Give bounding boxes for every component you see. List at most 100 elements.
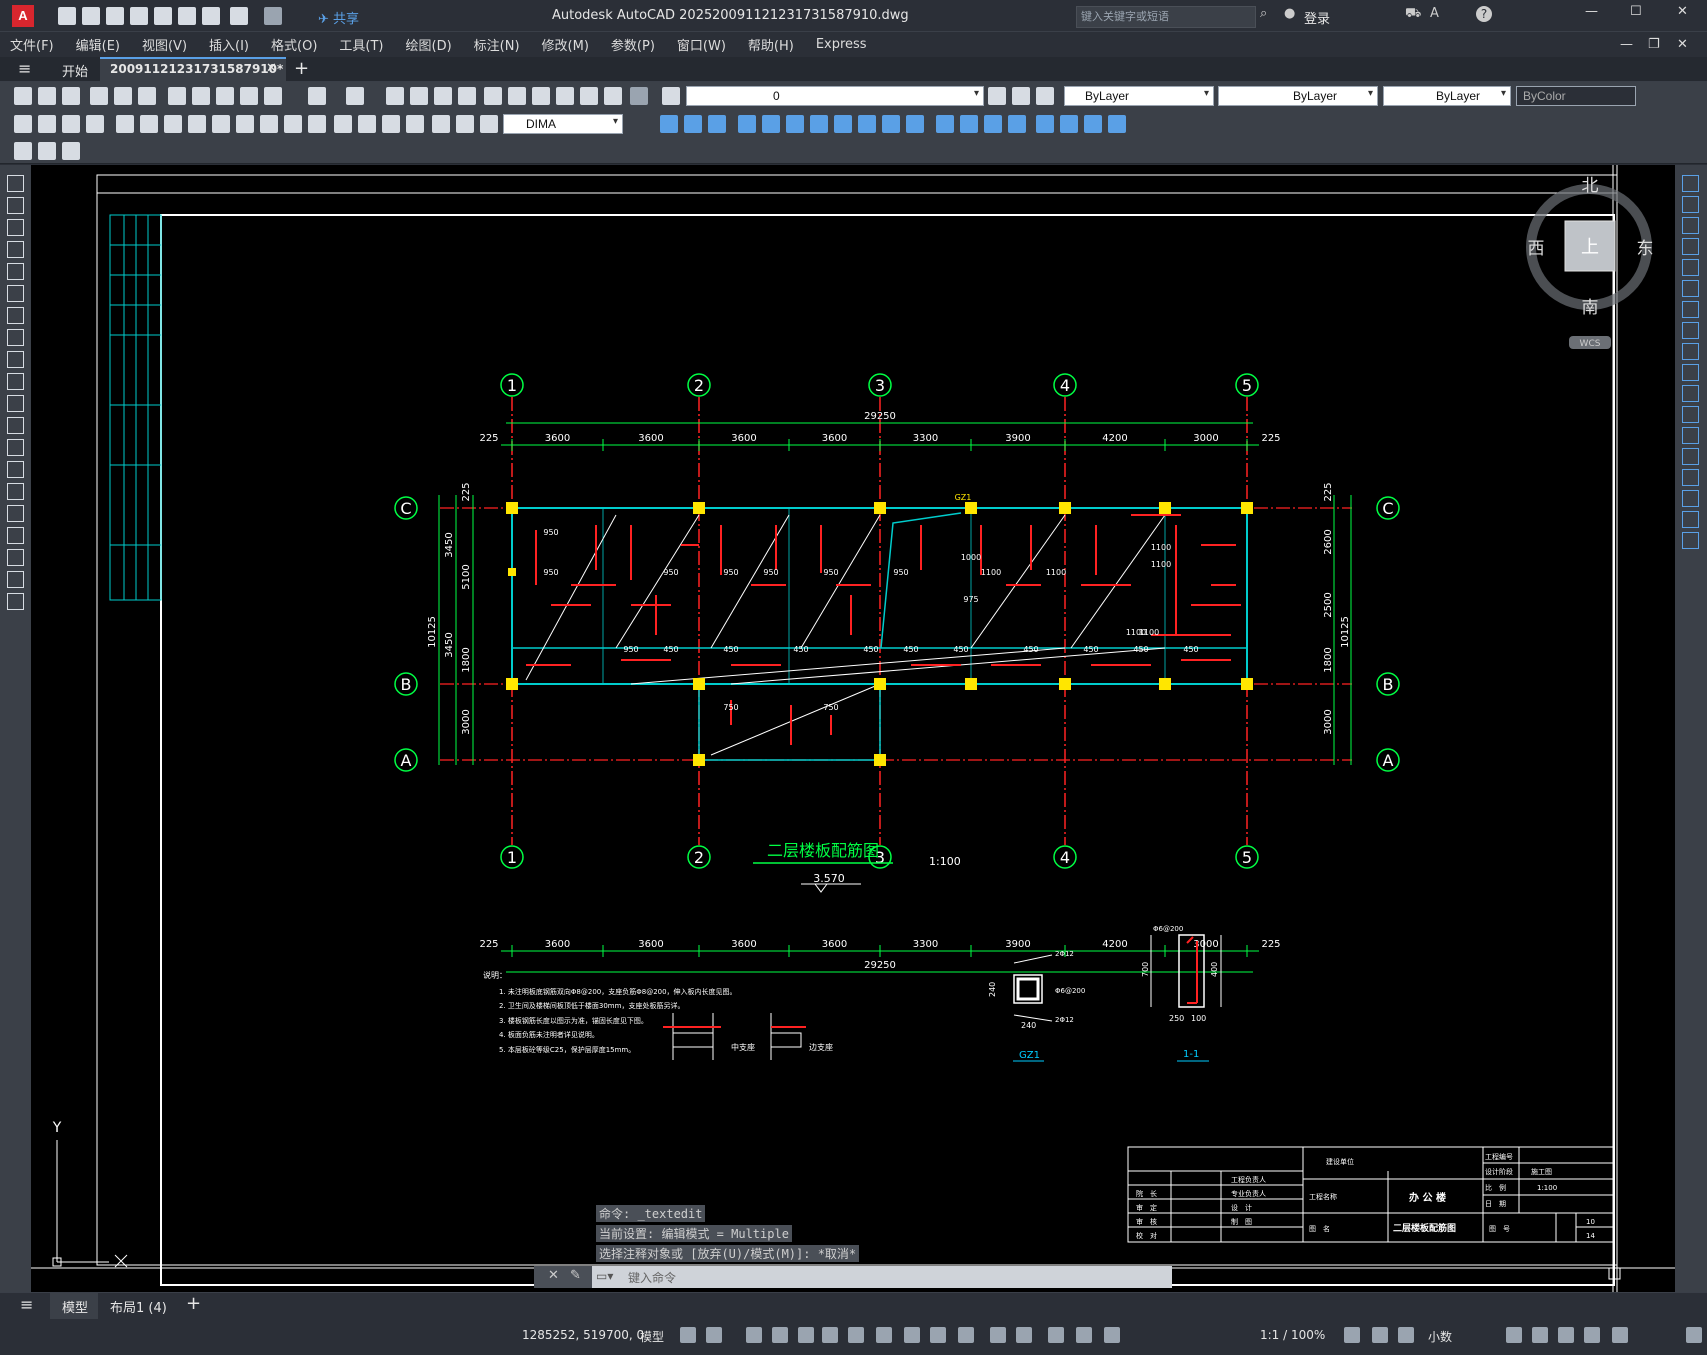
viewcube-wcs[interactable]: WCS — [1580, 339, 1601, 349]
save-icon[interactable] — [106, 7, 124, 25]
viewcube-west[interactable]: 西 — [1528, 239, 1545, 259]
sheet-set-icon[interactable] — [556, 87, 574, 105]
layout-menu-icon[interactable]: ≡ — [20, 1295, 33, 1314]
move-tb-icon[interactable] — [786, 115, 804, 133]
dim-angular-icon[interactable] — [188, 115, 206, 133]
layer-iso-icon[interactable] — [1036, 87, 1054, 105]
rectangle-icon[interactable] — [7, 263, 24, 280]
add-layout-button[interactable]: + — [186, 1293, 201, 1314]
mtext-icon[interactable] — [7, 571, 24, 588]
menu-insert[interactable]: 插入(I) — [209, 35, 249, 54]
dim-update-icon[interactable] — [480, 115, 498, 133]
menu-draw[interactable]: 绘图(D) — [406, 35, 452, 54]
break-tb-icon[interactable] — [936, 115, 954, 133]
annotation-monitor-icon[interactable] — [1372, 1327, 1388, 1343]
user-icon[interactable]: ● — [1284, 6, 1295, 21]
stretch-tb-icon[interactable] — [858, 115, 876, 133]
selection-cycling-icon[interactable] — [930, 1327, 946, 1343]
dim-space-icon[interactable] — [284, 115, 302, 133]
zoom-realtime-icon[interactable] — [410, 87, 428, 105]
open-icon[interactable] — [38, 87, 56, 105]
redo-tb-icon[interactable] — [346, 87, 364, 105]
trim-icon[interactable] — [1682, 364, 1699, 381]
help-tb-icon[interactable] — [630, 87, 648, 105]
doc-restore-button[interactable]: ❐ — [1648, 37, 1660, 52]
dim-continue-icon[interactable] — [260, 115, 278, 133]
close-button[interactable]: ✕ — [1677, 4, 1688, 19]
viewcube[interactable]: 上 北 南 东 西 WCS — [1526, 176, 1654, 349]
chamfer-tb-icon[interactable] — [984, 115, 1002, 133]
menu-format[interactable]: 格式(O) — [271, 35, 317, 54]
block-editor-icon[interactable] — [264, 87, 282, 105]
workspace-icon[interactable] — [1344, 1327, 1360, 1343]
layer-dropdown[interactable]: 0 ▾ — [686, 86, 984, 106]
dim-diameter-icon[interactable] — [164, 115, 182, 133]
units-dropdown[interactable]: 小数 — [1428, 1328, 1452, 1345]
dim-jogged-icon[interactable] — [140, 115, 158, 133]
ellipse-arc-icon[interactable] — [7, 395, 24, 412]
polar-icon[interactable] — [772, 1327, 788, 1343]
gizmo-icon[interactable] — [1048, 1327, 1064, 1343]
drawing-canvas[interactable]: 1 1 2 2 3 3 4 4 5 5 C C B B A A 29250 3600 3600 3600 3600 330… — [31, 165, 1675, 1292]
print-preview-icon[interactable] — [114, 87, 132, 105]
dim-break-icon[interactable] — [308, 115, 326, 133]
tab-close-icon[interactable]: ✕ — [266, 61, 277, 76]
command-customize-icon[interactable]: ✎ — [570, 1268, 581, 1283]
offset-tb-icon[interactable] — [738, 115, 756, 133]
scale-tb-icon[interactable] — [834, 115, 852, 133]
cut-icon[interactable] — [168, 87, 186, 105]
autocad-logo-icon[interactable]: A — [12, 5, 34, 27]
tool-palettes-icon[interactable] — [532, 87, 550, 105]
spline-icon[interactable] — [7, 351, 24, 368]
explode-icon[interactable] — [1682, 532, 1699, 549]
calculator-icon[interactable] — [604, 87, 622, 105]
make-block-icon[interactable] — [7, 439, 24, 456]
print-icon[interactable] — [90, 87, 108, 105]
fillet-icon[interactable] — [1682, 490, 1699, 507]
save-web-icon[interactable] — [178, 7, 196, 25]
inspect-icon[interactable] — [382, 115, 400, 133]
menu-view[interactable]: 视图(V) — [142, 35, 187, 54]
viewcube-east[interactable]: 东 — [1637, 239, 1654, 259]
viewcube-top[interactable]: 上 — [1581, 237, 1599, 258]
break-icon[interactable] — [1682, 427, 1699, 444]
model-space-button[interactable]: 模型 — [640, 1328, 664, 1345]
offset-icon[interactable] — [1682, 238, 1699, 255]
search-input[interactable]: 键入关键字或短语 — [1076, 6, 1256, 28]
polyline-icon[interactable] — [7, 219, 24, 236]
trim-tb-icon[interactable] — [882, 115, 900, 133]
viewcube-south[interactable]: 南 — [1582, 298, 1599, 318]
dim-edit-icon[interactable] — [432, 115, 450, 133]
properties-icon[interactable] — [484, 87, 502, 105]
scale-icon[interactable] — [1682, 322, 1699, 339]
hatch-icon[interactable] — [7, 483, 24, 500]
pan-icon[interactable] — [386, 87, 404, 105]
transparency-icon[interactable] — [904, 1327, 920, 1343]
doc-minimize-button[interactable]: — — [1620, 37, 1633, 52]
break-at-point-icon[interactable] — [1682, 406, 1699, 423]
table-icon[interactable] — [7, 549, 24, 566]
chamfer-icon[interactable] — [1682, 469, 1699, 486]
add-selected-icon[interactable] — [7, 593, 24, 610]
tab-model[interactable]: 模型 — [50, 1293, 98, 1319]
coordinates-readout[interactable]: 1285252, 519700, 0 — [522, 1328, 644, 1342]
grid-icon[interactable] — [680, 1327, 696, 1343]
search-icon[interactable]: ⌕ — [1260, 6, 1267, 21]
snap-icon[interactable] — [706, 1327, 722, 1343]
extend-tb-icon[interactable] — [906, 115, 924, 133]
new-tab-button[interactable]: + — [294, 58, 309, 79]
isolate-icon[interactable] — [1558, 1327, 1574, 1343]
redo-icon[interactable] — [264, 7, 282, 25]
copy-icon[interactable] — [192, 87, 210, 105]
paste-icon[interactable] — [216, 87, 234, 105]
login-button[interactable]: 登录 — [1304, 8, 1330, 27]
annotation-scale[interactable]: 1:1 / 100% — [1260, 1328, 1325, 1342]
menu-window[interactable]: 窗口(W) — [677, 35, 726, 54]
circle-icon[interactable] — [7, 307, 24, 324]
hardware-accel-icon[interactable] — [1584, 1327, 1600, 1343]
ortho-icon[interactable] — [746, 1327, 762, 1343]
stretch-icon[interactable] — [1682, 343, 1699, 360]
arc-icon[interactable] — [7, 285, 24, 302]
lineweight-dropdown[interactable]: ByLayer ▾ — [1383, 86, 1511, 106]
plot-icon[interactable] — [202, 7, 220, 25]
